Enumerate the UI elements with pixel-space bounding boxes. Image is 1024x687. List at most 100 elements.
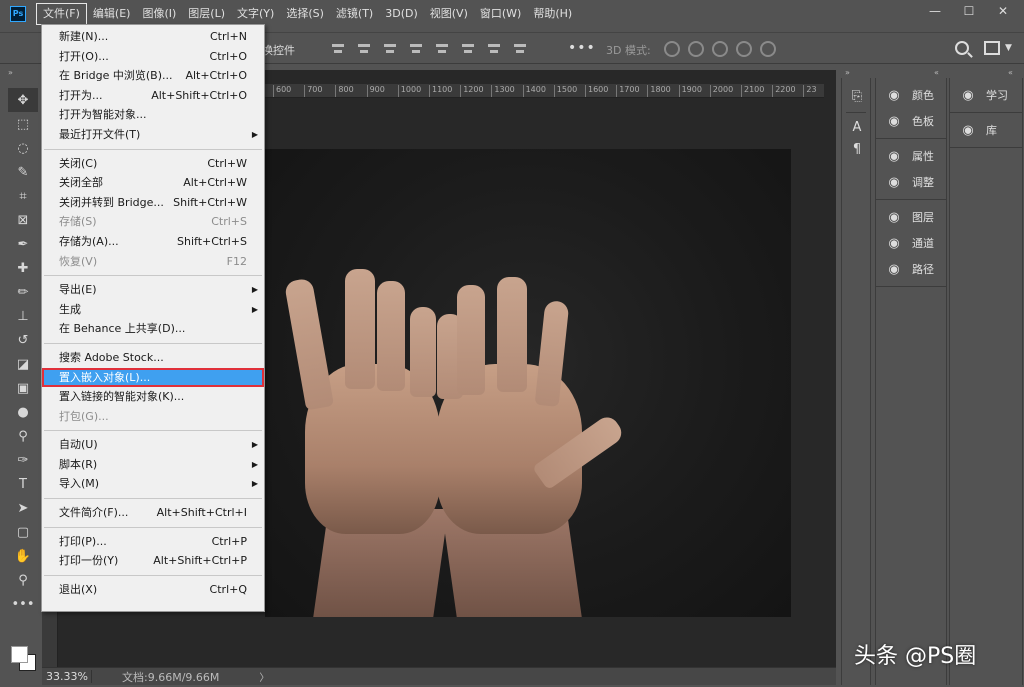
foreground-color-swatch[interactable] xyxy=(11,646,28,663)
gradient-tool-icon[interactable]: ▣ xyxy=(8,376,38,400)
file-menu-item[interactable]: 搜索 Adobe Stock... xyxy=(42,348,264,368)
panel-tab[interactable]: ◉ 图层 xyxy=(876,204,946,230)
3d-slide-icon[interactable] xyxy=(736,41,752,57)
toolbar-collapse-icon[interactable]: » xyxy=(8,68,13,77)
align-center-icon[interactable] xyxy=(356,41,372,57)
panel-tab[interactable]: ◉ 属性 xyxy=(876,143,946,169)
menu-0[interactable]: 文件(F) xyxy=(36,3,87,25)
path-selection-tool-icon[interactable]: ➤ xyxy=(8,496,38,520)
close-button[interactable]: ✕ xyxy=(986,0,1020,22)
file-menu-item[interactable]: 关闭全部 Alt+Ctrl+W xyxy=(42,173,264,193)
file-menu-item[interactable]: 导入(M) ▶ xyxy=(42,474,264,494)
eraser-tool-icon[interactable]: ◪ xyxy=(8,352,38,376)
restore-button[interactable]: ☐ xyxy=(952,0,986,22)
3d-orbit-icon[interactable] xyxy=(664,41,680,57)
workspace-chevron-down-icon[interactable]: ▼ xyxy=(1005,43,1012,53)
type-tool-icon[interactable]: T xyxy=(8,472,38,496)
distribute-vertical-icon[interactable] xyxy=(512,41,528,57)
file-menu-item[interactable]: 在 Bridge 中浏览(B)... Alt+Ctrl+O xyxy=(42,66,264,86)
canvas-image[interactable] xyxy=(265,149,791,617)
menu-5[interactable]: 选择(S) xyxy=(280,3,330,25)
move-tool-icon[interactable]: ✥ xyxy=(8,88,38,112)
menu-3[interactable]: 图层(L) xyxy=(182,3,231,25)
file-menu-item[interactable]: 导出(E) ▶ xyxy=(42,280,264,300)
menu-8[interactable]: 视图(V) xyxy=(424,3,474,25)
menu-6[interactable]: 滤镜(T) xyxy=(330,3,379,25)
minimize-button[interactable]: — xyxy=(918,0,952,22)
file-menu-item[interactable]: 脚本(R) ▶ xyxy=(42,455,264,475)
file-menu-item[interactable]: 打开为智能对象... xyxy=(42,105,264,125)
file-menu-item[interactable]: 文件简介(F)... Alt+Shift+Ctrl+I xyxy=(42,503,264,523)
panel-tab[interactable]: ◉ 颜色 xyxy=(876,82,946,108)
zoom-level[interactable]: 33.33% xyxy=(42,670,92,683)
file-menu-item[interactable]: 最近打开文件(T) ▶ xyxy=(42,125,264,145)
menu-4[interactable]: 文字(Y) xyxy=(231,3,280,25)
quick-select-tool-icon[interactable]: ✎ xyxy=(8,160,38,184)
menu-9[interactable]: 窗口(W) xyxy=(474,3,527,25)
align-right-icon[interactable] xyxy=(382,41,398,57)
file-menu-item[interactable]: 打印(P)... Ctrl+P xyxy=(42,532,264,552)
align-middle-icon[interactable] xyxy=(460,41,476,57)
file-menu-item[interactable]: 关闭(C) Ctrl+W xyxy=(42,154,264,174)
frame-tool-icon[interactable]: ⊠ xyxy=(8,208,38,232)
rectangle-tool-icon[interactable]: ▢ xyxy=(8,520,38,544)
pen-tool-icon[interactable]: ✑ xyxy=(8,448,38,472)
panel-tab[interactable]: ◉ 路径 xyxy=(876,256,946,282)
panel-tab[interactable]: ◉ 通道 xyxy=(876,230,946,256)
file-menu-item[interactable]: 置入链接的智能对象(K)... xyxy=(42,387,264,407)
blur-tool-icon[interactable]: ● xyxy=(8,400,38,424)
file-menu-item[interactable]: 新建(N)... Ctrl+N xyxy=(42,27,264,47)
file-menu-item[interactable]: 关闭并转到 Bridge... Shift+Ctrl+W xyxy=(42,193,264,213)
paragraph-panel-icon[interactable]: ¶ xyxy=(842,139,872,161)
submenu-arrow-icon: ▶ xyxy=(251,129,258,139)
panel-collapse-icon[interactable]: « xyxy=(934,68,939,77)
panel-tab[interactable]: ◉ 色板 xyxy=(876,108,946,134)
align-top-icon[interactable] xyxy=(434,41,450,57)
history-panel-icon[interactable]: ⎘ xyxy=(842,86,872,108)
3d-scale-icon[interactable] xyxy=(760,41,776,57)
file-menu-item[interactable]: 存储为(A)... Shift+Ctrl+S xyxy=(42,232,264,252)
eyedropper-tool-icon[interactable]: ✒ xyxy=(8,232,38,256)
menu-1[interactable]: 编辑(E) xyxy=(87,3,137,25)
file-menu-item[interactable]: 在 Behance 上共享(D)... xyxy=(42,319,264,339)
3d-drag-icon[interactable] xyxy=(712,41,728,57)
3d-roll-icon[interactable] xyxy=(688,41,704,57)
align-left-icon[interactable] xyxy=(330,41,346,57)
panel-collapse-right-icon[interactable]: « xyxy=(1008,68,1013,77)
panel-tab[interactable]: ◉ 学习 xyxy=(950,82,1022,108)
clone-stamp-tool-icon[interactable]: ⊥ xyxy=(8,304,38,328)
ruler-tick-label: 1700 xyxy=(616,85,640,97)
crop-tool-icon[interactable]: ⌗ xyxy=(8,184,38,208)
transform-controls-label[interactable]: 换控件 xyxy=(262,42,295,58)
file-menu-item[interactable]: 打开为... Alt+Shift+Ctrl+O xyxy=(42,86,264,106)
more-options-button[interactable]: ••• xyxy=(568,40,596,56)
edit-toolbar-icon[interactable]: ••• xyxy=(8,592,38,616)
file-menu-item[interactable]: 置入嵌入对象(L)... xyxy=(42,367,264,388)
dodge-tool-icon[interactable]: ⚲ xyxy=(8,424,38,448)
menu-2[interactable]: 图像(I) xyxy=(136,3,182,25)
align-bottom-icon[interactable] xyxy=(486,41,502,57)
healing-brush-tool-icon[interactable]: ✚ xyxy=(8,256,38,280)
file-menu-item[interactable]: 退出(X) Ctrl+Q xyxy=(42,580,264,600)
file-menu-item[interactable]: 生成 ▶ xyxy=(42,300,264,320)
search-icon[interactable] xyxy=(955,41,969,55)
menu-7[interactable]: 3D(D) xyxy=(379,3,424,25)
marquee-tool-icon[interactable]: ⬚ xyxy=(8,112,38,136)
status-menu-arrow-icon[interactable]: 〉 xyxy=(259,669,269,684)
workspace-icon[interactable] xyxy=(984,41,1000,55)
panel-tab[interactable]: ◉ 调整 xyxy=(876,169,946,195)
brush-tool-icon[interactable]: ✏ xyxy=(8,280,38,304)
menu-10[interactable]: 帮助(H) xyxy=(527,3,578,25)
lasso-tool-icon[interactable]: ◌ xyxy=(8,136,38,160)
character-panel-icon[interactable]: A xyxy=(842,117,872,139)
file-menu-item[interactable]: 打印一份(Y) Alt+Shift+Ctrl+P xyxy=(42,551,264,571)
panel-tab[interactable]: ◉ 库 xyxy=(950,117,1022,143)
history-brush-tool-icon[interactable]: ↺ xyxy=(8,328,38,352)
dock-collapse-icon[interactable]: » xyxy=(845,68,850,77)
zoom-tool-icon[interactable]: ⚲ xyxy=(8,568,38,592)
ruler-tick-label: 1400 xyxy=(522,85,546,97)
file-menu-item[interactable]: 自动(U) ▶ xyxy=(42,435,264,455)
distribute-icon[interactable] xyxy=(408,41,424,57)
file-menu-item[interactable]: 打开(O)... Ctrl+O xyxy=(42,47,264,67)
hand-tool-icon[interactable]: ✋ xyxy=(8,544,38,568)
